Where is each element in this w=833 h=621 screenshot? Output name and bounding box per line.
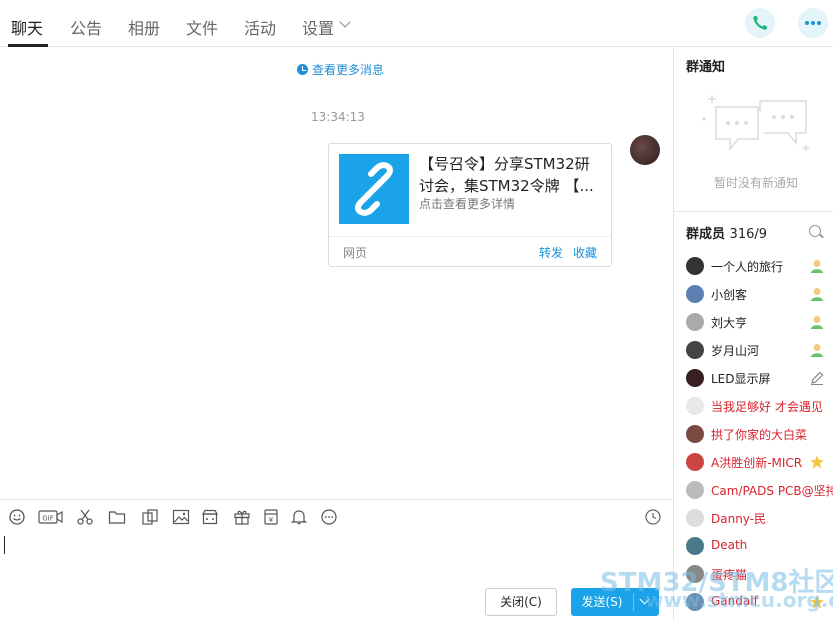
empty-notice-illustration-icon — [702, 95, 809, 152]
card-title: 【号召令】分享STM32研讨会，集STM32令牌 【... — [419, 155, 594, 195]
member-name: 当我足够好 才会遇见 — [711, 400, 823, 414]
bell-icon[interactable] — [290, 508, 308, 526]
tab-announcement[interactable]: 公告 — [70, 15, 102, 39]
member-avatar[interactable] — [686, 453, 704, 471]
forward-link[interactable]: 转发 — [539, 244, 563, 261]
more-tools-icon[interactable] — [320, 508, 338, 526]
member-avatar[interactable] — [686, 509, 704, 527]
member-name: 刘大亨 — [711, 316, 748, 330]
image-icon[interactable] — [172, 508, 190, 526]
member-item[interactable]: A洪胜创新-MICR — [686, 452, 833, 472]
member-avatar[interactable] — [686, 285, 704, 303]
member-role-user-icon — [811, 260, 823, 273]
group-sidebar: 群通知 暂时没有新通知 群成员 316/9 一个人的旅行 小创客刘大亨岁月山河 LE… — [674, 47, 833, 621]
phone-call-button[interactable] — [745, 8, 775, 38]
shop-icon[interactable] — [201, 508, 219, 526]
member-name: 小创客 — [711, 288, 748, 302]
scissors-icon[interactable] — [76, 508, 94, 526]
member-role-user-icon — [811, 316, 823, 329]
members-count: 316/9 — [729, 227, 768, 242]
member-item[interactable]: 岁月山河 — [686, 340, 833, 360]
svg-text:GIF: GIF — [42, 515, 54, 523]
sender-avatar[interactable] — [630, 135, 660, 165]
member-name: Death — [711, 538, 748, 552]
member-item[interactable]: 一个人的旅行 — [686, 256, 833, 276]
svg-text:¥: ¥ — [269, 516, 274, 524]
link-thumbnail — [339, 154, 409, 224]
text-cursor — [4, 536, 5, 554]
folder-icon[interactable] — [108, 508, 126, 526]
watermark-url: www.stmcu.org.cn — [645, 588, 833, 612]
tab-activity[interactable]: 活动 — [244, 15, 276, 39]
tab-chat[interactable]: 聊天 — [11, 15, 43, 39]
member-item[interactable]: LED显示屏 — [686, 368, 833, 388]
message-input-area[interactable]: GIF ¥ 关闭(C) 发送(S) — [0, 499, 673, 621]
group-notice-title: 群通知 — [686, 60, 726, 75]
more-dots-icon — [805, 21, 821, 25]
message-timestamp: 13:34:13 — [311, 110, 365, 124]
member-item[interactable]: 刘大亨 — [686, 312, 833, 332]
gif-icon[interactable]: GIF — [38, 508, 64, 526]
member-name: Cam/PADS PCB@坚持 — [711, 484, 833, 498]
tab-album[interactable]: 相册 — [128, 15, 160, 39]
member-item[interactable]: Danny-民 — [686, 508, 833, 528]
member-avatar[interactable] — [686, 481, 704, 499]
member-item[interactable]: Cam/PADS PCB@坚持 — [686, 480, 833, 500]
card-subtitle: 点击查看更多详情 — [419, 197, 516, 211]
member-name: Danny-民 — [711, 512, 767, 526]
member-avatar[interactable] — [686, 397, 704, 415]
star-badge-icon — [810, 455, 824, 469]
member-avatar[interactable] — [686, 369, 704, 387]
members-title-label: 群成员 — [686, 227, 726, 242]
history-clock-icon[interactable] — [644, 508, 662, 526]
group-members-header: 群成员 316/9 — [686, 223, 767, 242]
top-tab-bar: 聊天 公告 相册 文件 活动 设置 — [0, 0, 833, 47]
member-avatar[interactable] — [686, 313, 704, 331]
chain-link-icon — [355, 162, 393, 216]
member-name: A洪胜创新-MICR — [711, 456, 803, 470]
close-button[interactable]: 关闭(C) — [485, 588, 557, 616]
emoji-icon[interactable] — [8, 508, 26, 526]
member-search-icon[interactable] — [809, 225, 821, 237]
red-packet-icon[interactable]: ¥ — [262, 508, 280, 526]
card-divider — [329, 236, 611, 237]
chevron-down-icon[interactable] — [339, 16, 351, 28]
favorite-link[interactable]: 收藏 — [573, 244, 597, 261]
member-name: 一个人的旅行 — [711, 260, 784, 274]
shared-link-card[interactable]: 【号召令】分享STM32研讨会，集STM32令牌 【... 点击查看更多详情 网… — [328, 143, 612, 267]
gift-icon[interactable] — [233, 508, 251, 526]
tab-files[interactable]: 文件 — [186, 15, 218, 39]
view-more-messages-label: 查看更多消息 — [312, 63, 385, 77]
member-item[interactable]: 小创客 — [686, 284, 833, 304]
tab-settings[interactable]: 设置 — [302, 15, 334, 39]
card-kind-label: 网页 — [343, 246, 368, 260]
edit-pencil-icon — [811, 371, 824, 385]
more-options-button[interactable] — [798, 8, 828, 38]
phone-icon — [753, 16, 767, 30]
member-avatar[interactable] — [686, 425, 704, 443]
member-role-user-icon — [811, 344, 823, 357]
sidebar-divider — [674, 211, 833, 212]
member-name: LED显示屏 — [711, 372, 771, 386]
member-item[interactable]: 当我足够好 才会遇见 — [686, 396, 833, 416]
member-item[interactable]: 拱了你家的大白菜 — [686, 424, 833, 444]
clock-icon — [297, 64, 308, 75]
member-item[interactable]: Death — [686, 536, 833, 556]
member-avatar[interactable] — [686, 341, 704, 359]
screenshot-icon[interactable] — [141, 508, 159, 526]
member-avatar[interactable] — [686, 257, 704, 275]
member-name: 拱了你家的大白菜 — [711, 428, 808, 442]
member-name: 岁月山河 — [711, 344, 760, 358]
view-more-messages-link[interactable]: 查看更多消息 — [297, 61, 384, 78]
member-avatar[interactable] — [686, 537, 704, 555]
chat-message-area[interactable]: 查看更多消息 13:34:13 【号召令】分享STM32研讨会，集STM32令牌… — [0, 47, 673, 499]
no-notice-text: 暂时没有新通知 — [714, 176, 799, 190]
member-role-user-icon — [811, 288, 823, 301]
